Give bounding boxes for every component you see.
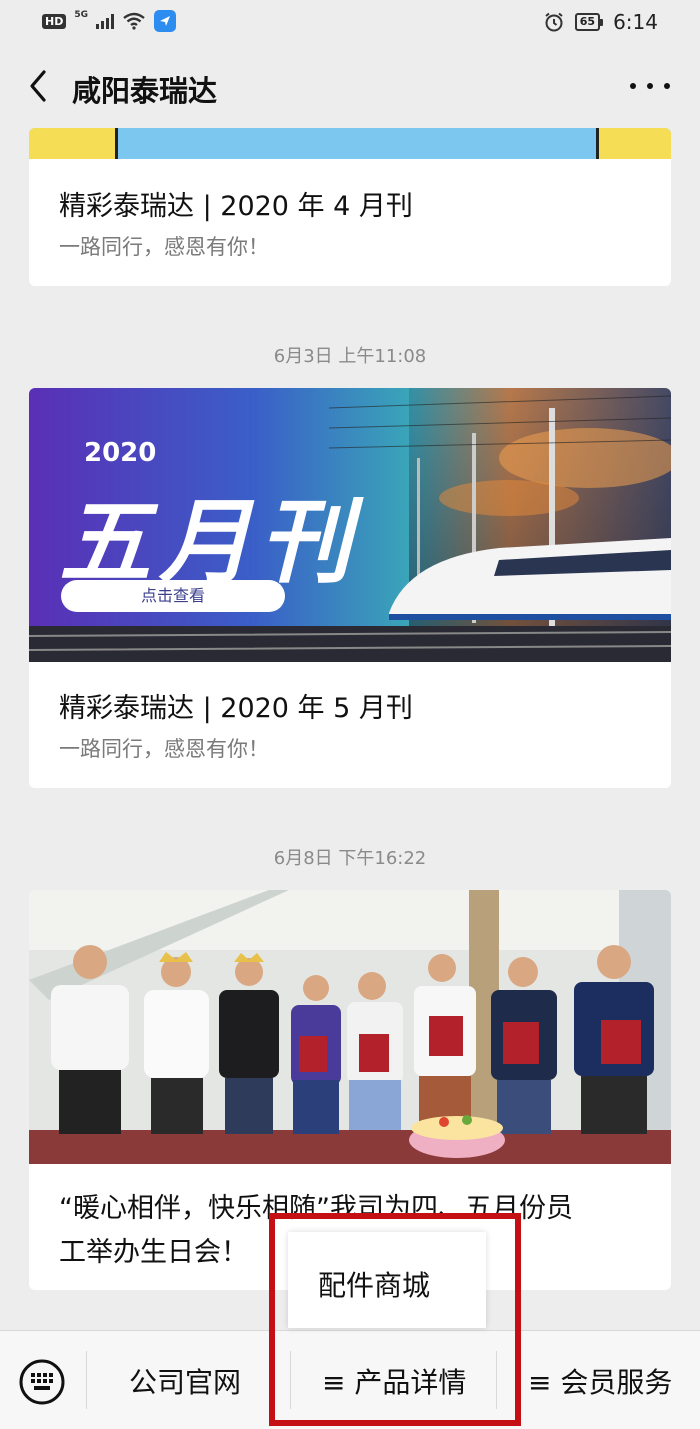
divider (86, 1351, 87, 1409)
banner-view-button: 点击查看 (61, 580, 285, 612)
article-cover-image (29, 128, 671, 159)
app-notification-icon (154, 10, 176, 32)
article-title: 精彩泰瑞达 | 2020 年 4 月刊 (59, 191, 413, 222)
more-options-icon[interactable] (630, 74, 670, 98)
clock: 6:14 (613, 10, 658, 34)
status-bar: HD 5G 65 6:14 (0, 0, 700, 44)
wifi-icon (123, 12, 145, 30)
article-subtitle: 一路同行，感恩有你！ (59, 235, 269, 259)
back-arrow-icon[interactable] (22, 66, 62, 106)
battery-icon: 65 (574, 13, 604, 31)
message-timestamp: 6月8日 下午16:22 (273, 848, 427, 869)
article-card[interactable]: 2020 五月刊 点击查看 精彩泰瑞达 | 2020 年 5 月刊 一路同行，感… (29, 388, 671, 788)
article-subtitle: 一路同行，感恩有你！ (59, 737, 269, 761)
article-title-line-2: 工举办生日会！ (59, 1237, 248, 1268)
article-title: 精彩泰瑞达 | 2020 年 5 月刊 (59, 693, 413, 724)
navigation-bar: 咸阳泰瑞达 (0, 44, 700, 128)
battery-level: 65 (574, 13, 601, 31)
article-card[interactable]: 精彩泰瑞达 | 2020 年 4 月刊 一路同行，感恩有你！ (29, 128, 671, 286)
message-timestamp: 6月3日 上午11:08 (273, 346, 427, 367)
banner-year: 2020 (84, 438, 157, 468)
menu-company-website[interactable]: 公司官网 (129, 1361, 241, 1401)
keyboard-icon[interactable] (18, 1358, 66, 1406)
article-cover-image (29, 890, 671, 1164)
highlight-box (269, 1213, 521, 1426)
signal-icon (96, 13, 114, 29)
alarm-icon (545, 12, 563, 32)
page-title: 咸阳泰瑞达 (72, 74, 218, 108)
menu-member-services[interactable]: ≡ 会员服务 (528, 1361, 672, 1401)
network-type: 5G (74, 10, 88, 20)
hd-indicator: HD (42, 13, 67, 29)
